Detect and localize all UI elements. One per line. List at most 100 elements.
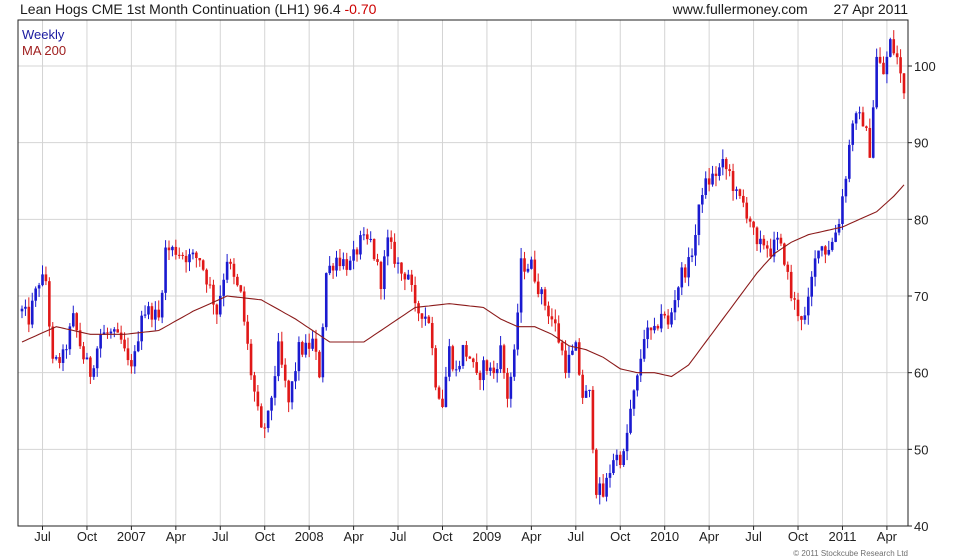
price-bar-body — [536, 281, 540, 295]
price-bar-body — [612, 460, 615, 474]
price-bar-body — [738, 189, 742, 196]
price-bar-body — [280, 341, 284, 365]
price-bar-body — [184, 255, 188, 263]
price-bar-body — [283, 364, 287, 381]
price-bar-body — [492, 367, 496, 374]
price-bar-body — [260, 406, 263, 428]
price-bar-body — [133, 351, 137, 367]
price-bar-body — [800, 316, 803, 320]
price-bar-body — [765, 245, 769, 249]
price-bar-body — [475, 362, 478, 373]
price-bar-body — [560, 342, 564, 351]
price-bar-body — [389, 237, 393, 242]
price-bar-body — [294, 371, 297, 382]
price-bar-body — [523, 258, 526, 272]
price-bar-body — [181, 254, 184, 256]
price-bar-body — [160, 292, 164, 318]
price-bar-body — [119, 332, 123, 340]
price-bar-body — [136, 341, 140, 352]
price-bar-body — [437, 387, 441, 399]
price-bar-body — [577, 342, 581, 375]
y-tick-label: 50 — [914, 442, 928, 457]
price-bar-body — [376, 259, 379, 262]
price-bar-body — [126, 348, 130, 361]
price-bar-body — [198, 258, 202, 261]
price-bar-body — [229, 261, 232, 264]
y-tick-label: 90 — [914, 136, 928, 151]
price-bar-body — [605, 477, 608, 497]
price-bar-body — [290, 381, 294, 403]
price-bar-body — [601, 483, 605, 497]
price-bar-body — [403, 273, 407, 280]
price-bar-body — [564, 350, 567, 373]
x-tick-label: 2011 — [828, 529, 856, 544]
price-bar-body — [82, 346, 85, 360]
price-bar-body — [759, 238, 762, 245]
price-bar-body — [448, 346, 451, 377]
price-bar-body — [871, 107, 875, 158]
x-tick-label: Apr — [343, 529, 364, 544]
price-bar-body — [400, 262, 403, 274]
price-bar-body — [95, 348, 99, 369]
price-bar-body — [75, 313, 78, 331]
price-bar-body — [48, 281, 51, 327]
price-bar-body — [683, 267, 687, 278]
price-bar-body — [71, 313, 75, 327]
price-bar-body — [793, 298, 796, 300]
price-bar-body — [663, 313, 666, 316]
price-bar-body — [752, 221, 755, 228]
price-bar-body — [653, 325, 656, 331]
x-tick-label: Jul — [745, 529, 762, 544]
price-bar-body — [629, 408, 632, 433]
price-bar-body — [444, 376, 448, 407]
price-chart: 40 50 60 70 80 90 100 Jul Oct 2007 Apr Jul Oct 2008 Ap… — [17, 19, 936, 544]
price-bar-body — [714, 173, 718, 176]
price-bar-body — [314, 338, 318, 352]
price-bar-body — [54, 357, 58, 359]
price-bar-body — [413, 285, 417, 304]
price-bar-body — [242, 291, 246, 322]
price-bar-body — [123, 339, 126, 349]
price-bar-body — [232, 263, 236, 277]
price-bar-body — [410, 274, 414, 286]
price-bar-body — [670, 312, 673, 325]
price-bar-body — [841, 196, 844, 224]
price-bar-body — [215, 304, 219, 315]
price-bar-body — [225, 261, 229, 280]
x-tick-label: Jul — [390, 529, 407, 544]
price-bar-body — [177, 254, 181, 256]
price-bar-body — [595, 449, 598, 495]
copyright-notice: © 2011 Stockcube Research Ltd — [793, 549, 908, 558]
price-bar-body — [396, 262, 400, 264]
x-tick-label: Oct — [77, 529, 98, 544]
price-bar-body — [895, 53, 899, 58]
price-bar-body — [530, 259, 533, 269]
price-bar-body — [649, 327, 653, 331]
price-bar-body — [130, 360, 133, 367]
price-bar-body — [65, 349, 68, 351]
price-bar-body — [58, 357, 61, 363]
price-bar-body — [318, 351, 321, 378]
price-bar-body — [441, 398, 444, 407]
price-bar-body — [574, 342, 578, 351]
price-bar-body — [273, 376, 277, 398]
price-bar-body — [30, 300, 34, 325]
price-bar-body — [567, 354, 571, 373]
price-bar-body — [157, 309, 161, 318]
price-bar-body — [646, 327, 649, 340]
price-bar-body — [458, 365, 461, 370]
price-bar-body — [817, 250, 820, 259]
price-bar-body — [355, 249, 359, 255]
price-bar-body — [642, 339, 646, 359]
price-bar-body — [796, 299, 800, 317]
price-bar-body — [304, 342, 308, 355]
x-tick-label: 2009 — [472, 529, 501, 544]
price-bar-body — [365, 234, 369, 240]
price-bar-body — [27, 306, 31, 325]
x-tick-label: 2010 — [650, 529, 679, 544]
price-bar-body — [34, 288, 37, 301]
price-bar-body — [533, 259, 537, 282]
price-bar-body — [266, 410, 270, 428]
price-bar-body — [174, 246, 178, 255]
price-bar-body — [854, 113, 858, 124]
